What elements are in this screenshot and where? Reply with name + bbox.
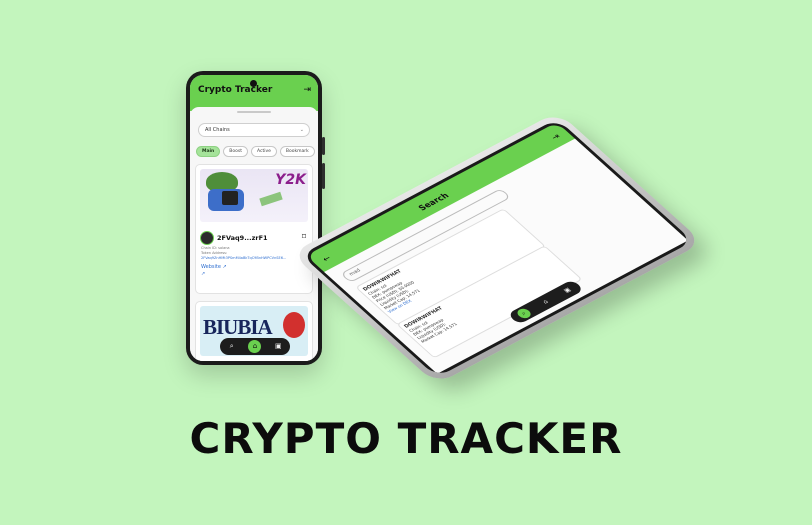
home-icon[interactable]: ⌂ — [248, 340, 262, 353]
phone-screen-2: ← Search ⇥ mad DOWIRWIFHAT Chain: sol DE… — [300, 118, 694, 378]
cash-shape — [259, 191, 283, 207]
headline-title: CRYPTO TRACKER — [189, 414, 623, 463]
camera-dot — [250, 80, 257, 87]
app-header: Crypto Tracker ⇥ — [190, 75, 318, 111]
phone-tilted: ← Search ⇥ mad DOWIRWIFHAT Chain: sol DE… — [290, 111, 704, 385]
tab-main[interactable]: Main — [196, 146, 221, 157]
content-sheet: All Chains ⌄ Main Boost Active Bookmark … — [190, 107, 318, 361]
chain-select-value: All Chains — [205, 127, 230, 133]
bottom-navbar: ⌕ ⌂ ▣ — [220, 338, 290, 355]
volume-button — [322, 137, 325, 155]
mug-shape — [222, 191, 238, 205]
wallet-icon[interactable]: ▣ — [558, 284, 576, 297]
search-icon[interactable]: ⌕ — [225, 340, 238, 353]
token-row: 2FVaq9...zrF1 — [200, 231, 268, 245]
website-link[interactable]: Website ↗ — [201, 264, 227, 270]
power-button — [322, 163, 325, 189]
token-address[interactable]: 2FVaq9ZnHMt3PSmM4aBkTqC9BnHWPCVnSE6... — [201, 256, 286, 261]
token-image-2-text: BIUBIA — [203, 315, 273, 339]
back-arrow-icon[interactable]: ← — [320, 254, 333, 264]
logout-icon[interactable]: ⇥ — [549, 132, 562, 142]
wallet-icon[interactable]: ▣ — [272, 340, 285, 353]
logout-icon[interactable]: ⇥ — [303, 85, 311, 95]
website-label: Website — [201, 264, 221, 270]
sheet-handle[interactable] — [237, 111, 271, 113]
token-card[interactable]: Y2K 2FVaq9...zrF1 ⌑ Chain ID: solana Tok… — [195, 164, 313, 294]
tab-boost[interactable]: Boost — [223, 146, 248, 157]
external-link-icon[interactable]: ↗ — [201, 271, 205, 277]
phone-screen: Crypto Tracker ⇥ All Chains ⌄ Main Boost… — [190, 75, 318, 361]
chevron-down-icon: ⌄ — [299, 127, 304, 133]
phone-portrait: Crypto Tracker ⇥ All Chains ⌄ Main Boost… — [186, 71, 325, 365]
token-meta: Chain ID: solana Token Address: 2FVaq9Zn… — [201, 246, 286, 261]
tab-active[interactable]: Active — [250, 146, 277, 157]
tab-chips: Main Boost Active Bookmark — [196, 146, 315, 157]
red-character-shape — [283, 312, 305, 338]
tab-bookmark[interactable]: Bookmark — [279, 146, 315, 157]
meme-text: Y2K — [275, 172, 306, 188]
token-name: 2FVaq9...zrF1 — [217, 234, 268, 242]
search-content: mad DOWIRWIFHAT Chain: sol DEX: pumpswap… — [324, 138, 689, 374]
token-avatar — [200, 231, 214, 245]
chain-select[interactable]: All Chains ⌄ — [198, 123, 310, 137]
bookmark-icon[interactable]: ⌑ — [302, 232, 306, 241]
token-image: Y2K — [200, 169, 308, 222]
search-icon[interactable]: ⌕ — [514, 307, 534, 321]
home-icon[interactable]: ⌂ — [536, 295, 554, 308]
app-title: Crypto Tracker — [198, 85, 273, 95]
